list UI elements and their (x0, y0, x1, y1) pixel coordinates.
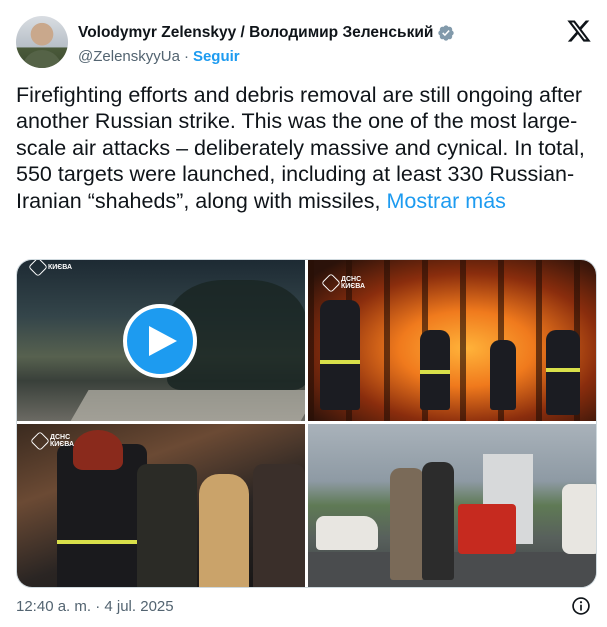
scene-person (390, 468, 424, 580)
show-more-link[interactable]: Mostrar más (386, 189, 505, 213)
media-video-tile[interactable]: КИЄВА (17, 260, 305, 421)
dsns-emblem-icon (321, 273, 341, 293)
tweet-card: Volodymyr Zelenskyy / Володимир Зеленськ… (0, 0, 607, 627)
separator-dot: · (183, 47, 189, 65)
media-watermark-text: ДСНС КИЄВА (50, 434, 75, 448)
info-icon[interactable] (571, 596, 591, 616)
play-button[interactable] (123, 304, 197, 378)
avatar-shirt (22, 50, 62, 68)
media-watermark: КИЄВА (28, 260, 73, 277)
dsns-emblem-icon (28, 260, 48, 277)
scene-car (562, 484, 596, 554)
media-grid: КИЄВА ДСНС КИЄВА ДСНС КИЄВА (16, 259, 597, 588)
media-photo-tile[interactable]: ДСНС КИЄВА (308, 260, 596, 421)
scene-road (65, 390, 305, 421)
verified-badge-icon (438, 25, 455, 41)
media-photo-tile[interactable]: ДСНС КИЄВА (17, 424, 305, 587)
scene-firefighter (546, 330, 580, 415)
avatar[interactable] (16, 16, 68, 68)
tweet-text: Firefighting efforts and debris removal … (16, 82, 586, 214)
media-watermark: ДСНС КИЄВА (30, 431, 84, 451)
scene-ambulance (316, 516, 378, 550)
scene-person (422, 462, 454, 580)
scene-person (199, 474, 249, 587)
scene-firefighter (320, 300, 360, 410)
scene-person (137, 464, 197, 587)
author-handle[interactable]: @ZelenskyyUa (78, 48, 180, 65)
dsns-emblem-icon (30, 431, 50, 451)
author-name-row: Volodymyr Zelenskyy / Володимир Зеленськ… (78, 22, 455, 44)
x-logo-icon[interactable] (566, 18, 592, 44)
media-watermark: ДСНС КИЄВА (321, 273, 375, 293)
play-icon (149, 326, 177, 356)
scene-person (253, 464, 305, 587)
author-handle-row: @ZelenskyyUa · Seguir (78, 46, 240, 66)
media-photo-tile[interactable] (308, 424, 596, 587)
scene-firefighter (490, 340, 516, 410)
media-watermark-text: КИЄВА (48, 263, 73, 271)
tweet-timestamp[interactable]: 12:40 a. m. · 4 jul. 2025 (16, 598, 174, 615)
author-display-name[interactable]: Volodymyr Zelenskyy / Володимир Зеленськ… (78, 24, 433, 42)
scene-firefighter (420, 330, 450, 410)
follow-button[interactable]: Seguir (193, 48, 240, 65)
media-watermark-text: ДСНС КИЄВА (341, 276, 366, 290)
scene-fire-truck (458, 504, 516, 554)
